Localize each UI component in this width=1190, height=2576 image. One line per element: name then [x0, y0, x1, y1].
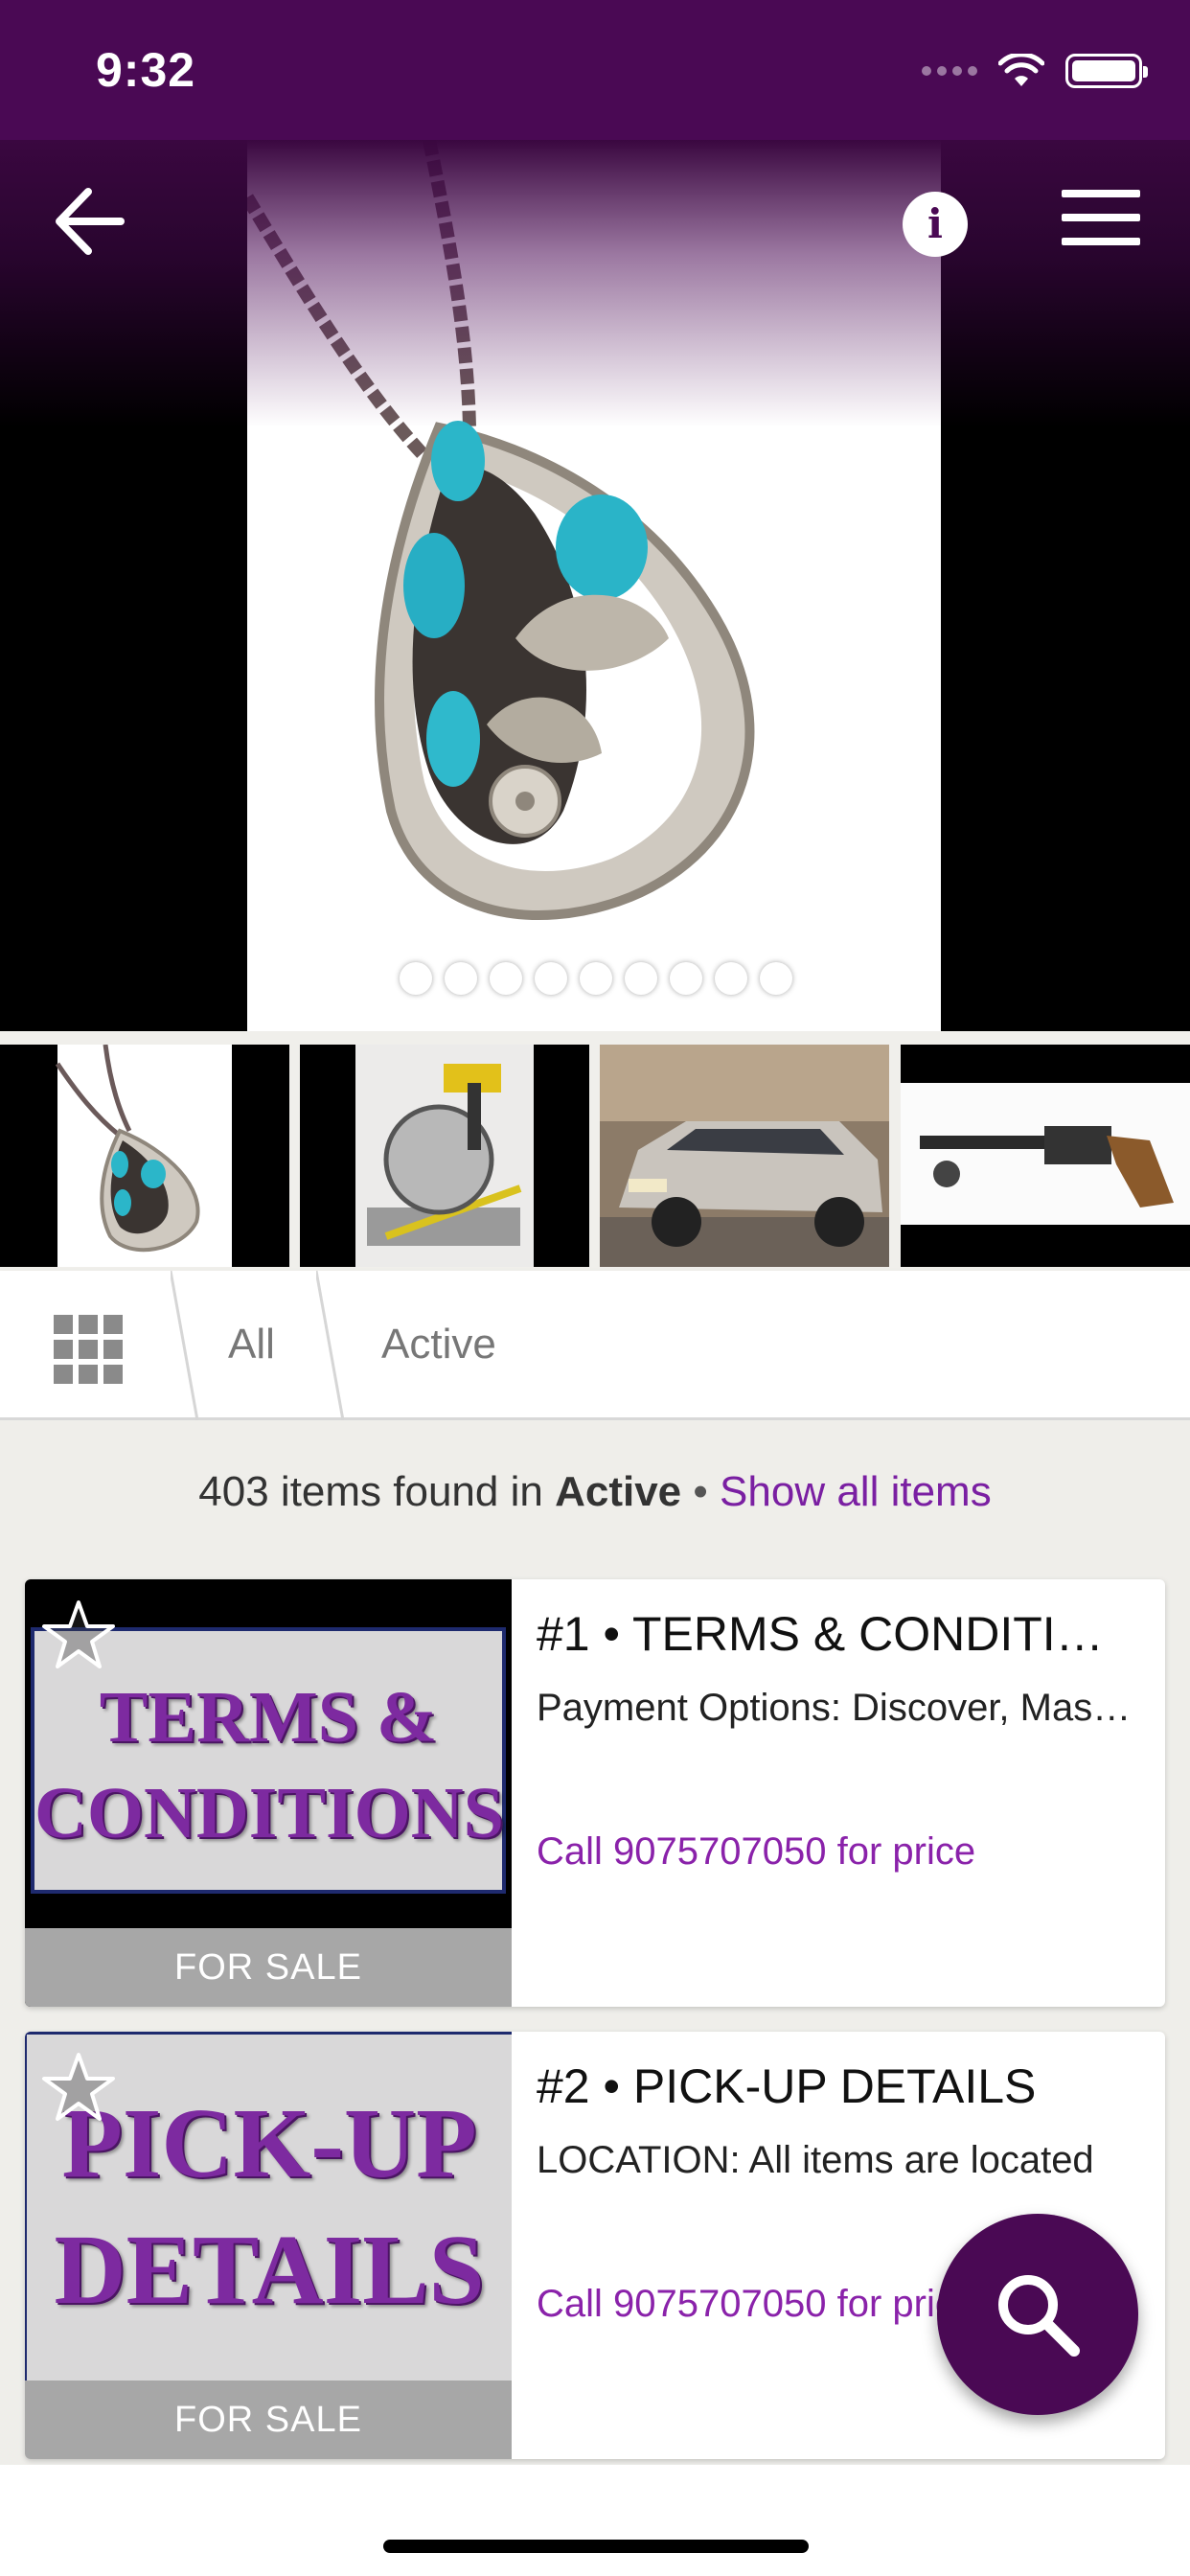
home-indicator[interactable]	[383, 2540, 809, 2553]
item-image-text-line: DETAILS	[54, 2215, 485, 2325]
info-icon: i	[927, 200, 943, 247]
search-button[interactable]	[937, 2214, 1138, 2415]
thumbnail-pendant[interactable]	[0, 1045, 289, 1267]
breadcrumb-active[interactable]: Active	[381, 1321, 496, 1368]
info-button[interactable]: i	[903, 192, 968, 257]
breadcrumb-all[interactable]: All	[228, 1321, 275, 1368]
carousel-dot[interactable]	[760, 962, 792, 995]
favorite-star-icon[interactable]	[40, 2049, 117, 2126]
thumbnail-station-wagon[interactable]	[600, 1045, 889, 1267]
show-all-items-link[interactable]: Show all items	[720, 1468, 992, 1515]
item-price: Call 9075707050 for price	[537, 1830, 976, 1873]
results-summary: 403 items found in Active • Show all ite…	[0, 1468, 1190, 1516]
carousel-dot[interactable]	[535, 962, 567, 995]
thumbnail-revolver[interactable]	[901, 1045, 1190, 1267]
breadcrumb-separator	[316, 1271, 345, 1420]
hero-carousel[interactable]: i	[0, 140, 1190, 1031]
carousel-pagination[interactable]	[400, 962, 792, 995]
results-count: 403 items found in	[198, 1468, 543, 1515]
item-image-text-line: TERMS &	[99, 1677, 438, 1758]
status-time: 9:32	[96, 43, 196, 97]
hero-image[interactable]	[247, 140, 941, 1031]
for-sale-badge: FOR SALE	[25, 1928, 512, 2007]
summary-separator: •	[693, 1468, 708, 1515]
pendant-thumbnail-image	[55, 1045, 232, 1267]
hamburger-menu-icon	[1062, 190, 1140, 245]
list-item[interactable]: TERMS & CONDITIONS FOR SALE #1 • TERMS &…	[25, 1579, 1165, 2007]
breadcrumb-separator	[171, 1271, 199, 1420]
grid-icon[interactable]	[54, 1315, 123, 1384]
item-image[interactable]: PICK-UP DETAILS FOR SALE	[25, 2032, 512, 2459]
search-icon	[998, 2275, 1080, 2357]
station-wagon-thumbnail-image	[600, 1045, 889, 1267]
status-indicators	[922, 54, 1148, 88]
item-description: LOCATION: All items are located	[537, 2139, 1094, 2181]
item-description: Payment Options: Discover, MasterCard, V…	[537, 1687, 1140, 1729]
results-filter-name: Active	[555, 1468, 682, 1515]
miter-saw-thumbnail-image	[355, 1045, 534, 1267]
carousel-dot[interactable]	[580, 962, 612, 995]
carousel-dot[interactable]	[490, 962, 522, 995]
revolver-thumbnail-image	[901, 1083, 1190, 1225]
cellular-signal-icon	[922, 66, 977, 76]
item-image-text-line: CONDITIONS	[34, 1773, 504, 1853]
home-indicator-area	[0, 2465, 1190, 2576]
wifi-icon	[998, 54, 1044, 86]
filter-bar: All Active	[0, 1271, 1190, 1420]
status-bar: 9:32	[0, 0, 1190, 140]
pendant-image	[247, 140, 755, 920]
thumbnail-strip[interactable]	[0, 1031, 1190, 1271]
carousel-dot[interactable]	[445, 962, 477, 995]
back-arrow-icon	[56, 188, 125, 255]
carousel-dot[interactable]	[625, 962, 657, 995]
favorite-star-icon[interactable]	[40, 1597, 117, 1673]
item-title: #1 • TERMS & CONDITIONS	[537, 1607, 1140, 1661]
menu-button[interactable]	[1062, 190, 1140, 257]
carousel-dot[interactable]	[715, 962, 747, 995]
item-image[interactable]: TERMS & CONDITIONS FOR SALE	[25, 1579, 512, 2007]
thumbnail-miter-saw[interactable]	[300, 1045, 589, 1267]
carousel-dot[interactable]	[400, 962, 432, 995]
carousel-dot[interactable]	[670, 962, 702, 995]
for-sale-badge: FOR SALE	[25, 2380, 512, 2459]
back-button[interactable]	[50, 182, 128, 261]
battery-icon	[1065, 54, 1148, 88]
item-title: #2 • PICK-UP DETAILS	[537, 2059, 1037, 2113]
